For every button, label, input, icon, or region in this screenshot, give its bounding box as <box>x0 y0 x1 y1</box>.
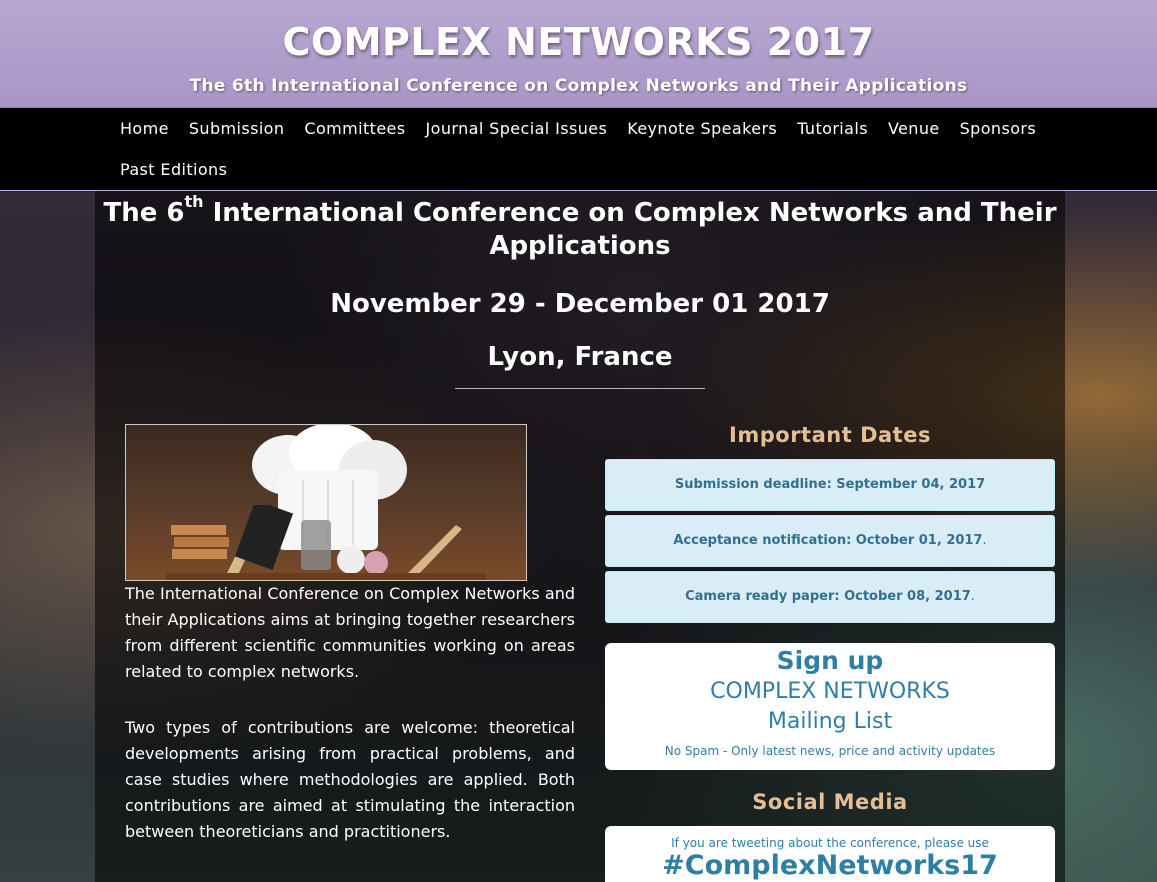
main-nav: Home Submission Committees Journal Speci… <box>0 108 1157 191</box>
date-acceptance-text: Acceptance notification: October 01, 201… <box>673 533 983 548</box>
signup-line-complex-networks[interactable]: COMPLEX NETWORKS <box>605 679 1055 704</box>
nav-list: Home Submission Committees Journal Speci… <box>110 108 1070 190</box>
site-title[interactable]: COMPLEX NETWORKS 2017 <box>0 20 1157 64</box>
about-paragraph-2: Two types of contributions are welcome: … <box>125 718 575 841</box>
about-paragraph-1: The International Conference on Complex … <box>125 584 575 681</box>
main-content: The 6th International Conference on Comp… <box>95 191 1065 882</box>
signup-title[interactable]: Sign up <box>605 646 1055 675</box>
nav-item-sponsors[interactable]: Sponsors <box>950 108 1046 149</box>
conference-title: The 6th International Conference on Comp… <box>95 194 1065 263</box>
nav-item-past-editions[interactable]: Past Editions <box>110 149 237 190</box>
nav-item-venue[interactable]: Venue <box>878 108 950 149</box>
divider <box>455 388 705 389</box>
signup-line-mailing-list[interactable]: Mailing List <box>605 709 1055 734</box>
social-note: If you are tweeting about the conference… <box>671 836 989 850</box>
date-acceptance-suffix: . <box>982 533 987 548</box>
nav-item-home[interactable]: Home <box>110 108 179 149</box>
hashtag-link[interactable]: #ComplexNetworks17 <box>605 850 1055 881</box>
nav-item-keynote-speakers[interactable]: Keynote Speakers <box>617 108 787 149</box>
conference-title-rest: International Conference on Complex Netw… <box>203 198 1057 261</box>
chef-hat-image <box>125 424 527 581</box>
signup-note: No Spam - Only latest news, price and ac… <box>664 744 996 758</box>
nav-item-submission[interactable]: Submission <box>179 108 295 149</box>
social-media-box: If you are tweeting about the conference… <box>605 826 1055 882</box>
social-media-heading: Social Media <box>752 790 908 814</box>
site-subtitle: The 6th International Conference on Comp… <box>189 76 968 96</box>
conference-title-sup: th <box>184 192 204 211</box>
nav-item-journal-special-issues[interactable]: Journal Special Issues <box>416 108 618 149</box>
conference-title-prefix: The 6 <box>103 198 185 228</box>
mailing-list-signup[interactable]: Sign up COMPLEX NETWORKS Mailing List No… <box>605 643 1055 770</box>
nav-item-committees[interactable]: Committees <box>294 108 415 149</box>
conference-location: Lyon, France <box>487 342 673 372</box>
conference-dates: November 29 - December 01 2017 <box>330 289 830 319</box>
date-submission-deadline: Submission deadline: September 04, 2017 <box>605 459 1055 511</box>
site-header: COMPLEX NETWORKS 2017 The 6th Internatio… <box>0 0 1157 108</box>
date-camera-ready: Camera ready paper: October 08, 2017. <box>605 571 1055 623</box>
date-camera-ready-suffix: . <box>970 589 975 604</box>
date-submission-text: Submission deadline: September 04, 2017 <box>674 477 986 492</box>
important-dates-heading: Important Dates <box>729 423 931 447</box>
nav-item-tutorials[interactable]: Tutorials <box>787 108 878 149</box>
kitchen-items-icon <box>166 505 486 580</box>
date-camera-ready-text: Camera ready paper: October 08, 2017 <box>685 589 971 604</box>
date-acceptance-notification: Acceptance notification: October 01, 201… <box>605 515 1055 567</box>
